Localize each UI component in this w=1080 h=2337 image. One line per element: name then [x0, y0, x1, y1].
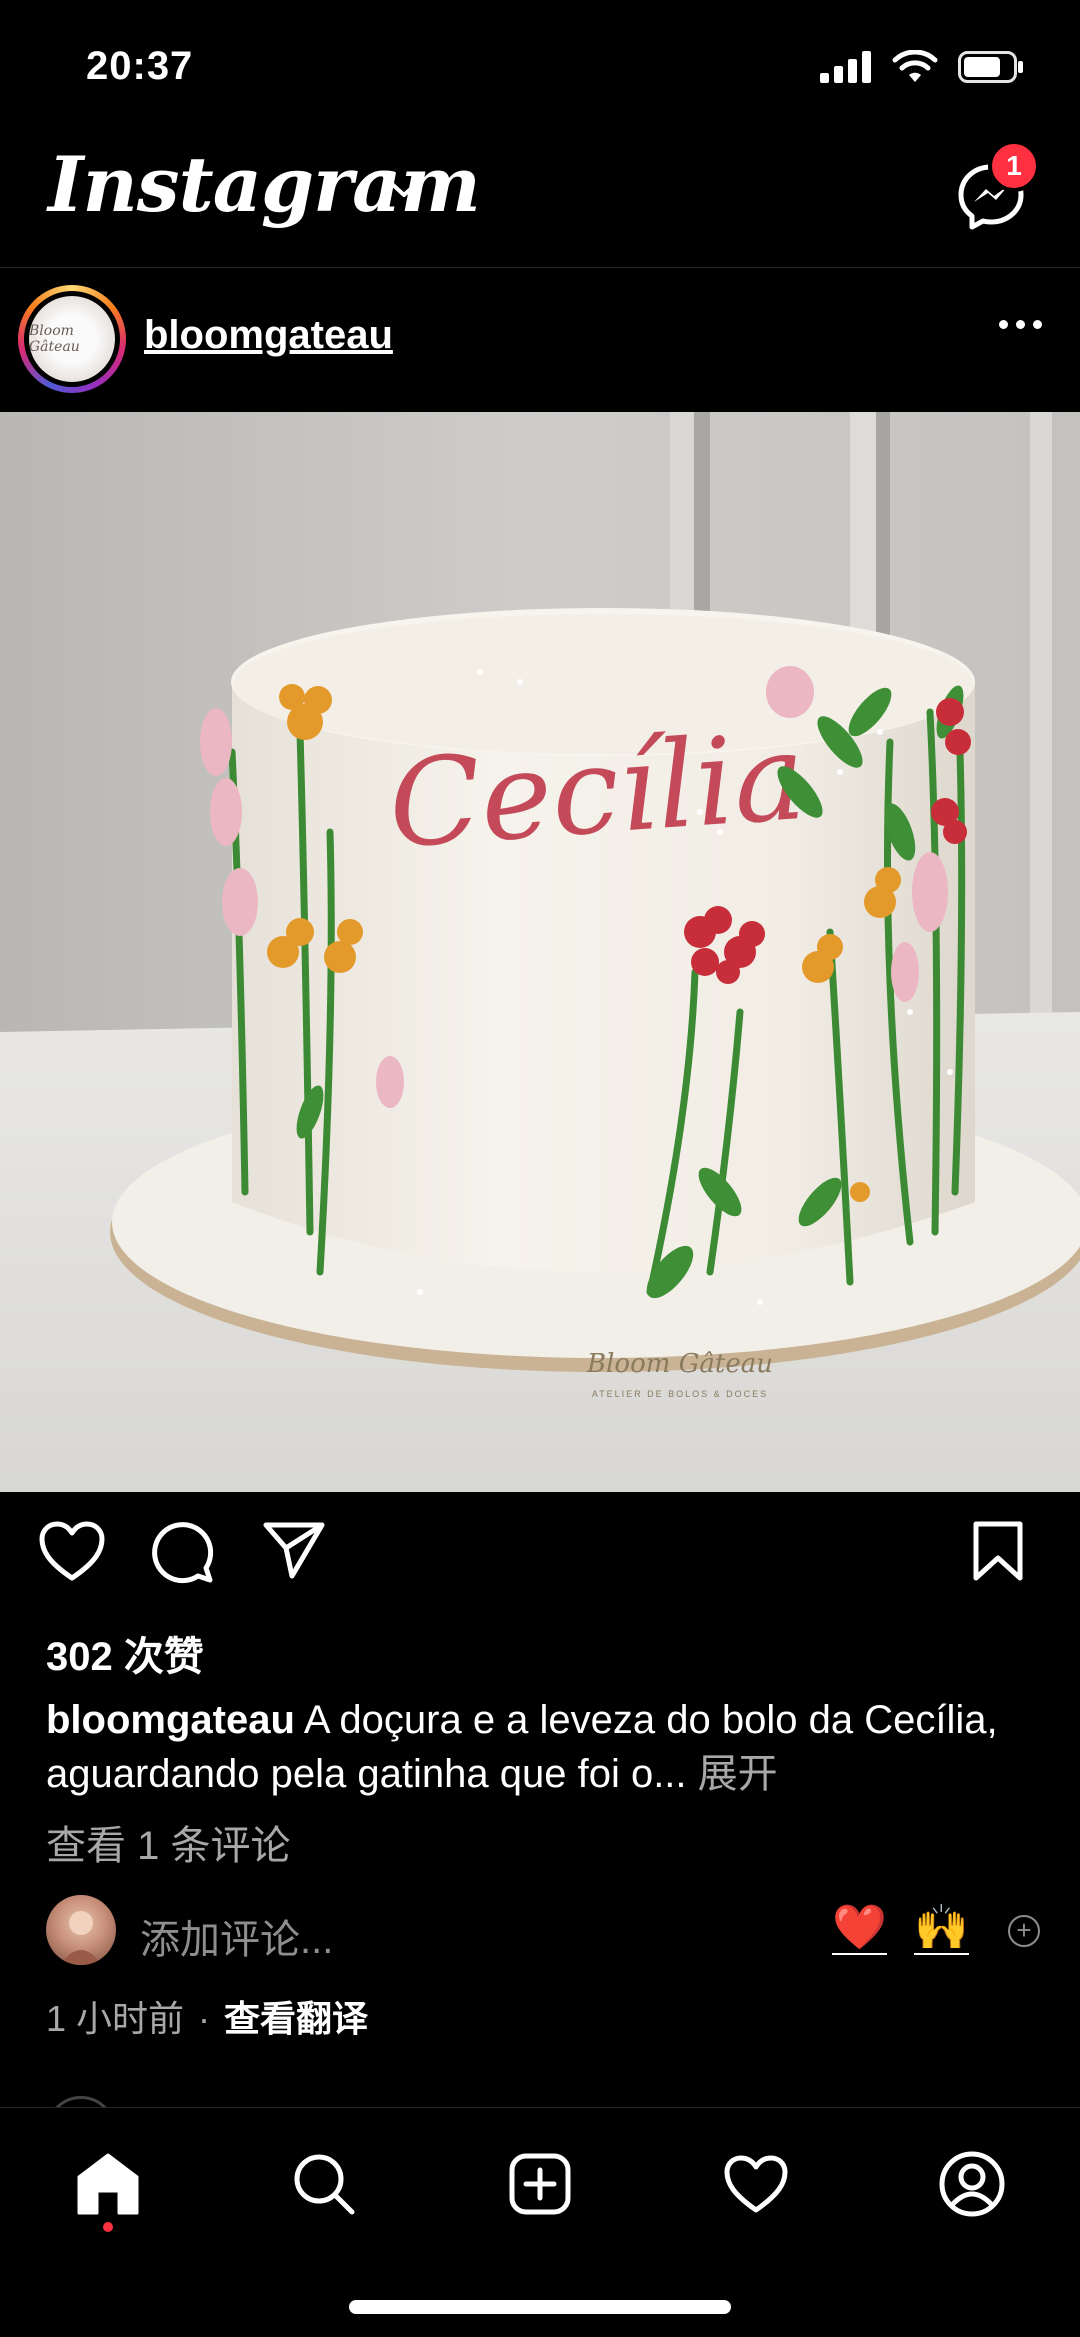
tab-profile[interactable]: [932, 2144, 1012, 2224]
profile-icon: [939, 2151, 1005, 2217]
comment-icon[interactable]: [150, 1520, 214, 1584]
messenger-badge: 1: [988, 140, 1040, 192]
post-header: Bloom Gâteau bloomgateau: [0, 268, 1080, 412]
heart-icon[interactable]: [38, 1520, 106, 1582]
home-indicator-dot: [103, 2222, 113, 2232]
home-icon: [77, 2153, 139, 2215]
wifi-icon: [892, 50, 938, 82]
translate-link[interactable]: 查看翻译: [224, 1998, 368, 2039]
activity-icon: [724, 2155, 788, 2213]
app-header: Instagram 1: [0, 130, 1080, 268]
chevron-down-icon[interactable]: [388, 180, 420, 200]
add-comment-row: 添加评论... ❤️ 🙌 +: [0, 1895, 1080, 1971]
caption-more-link[interactable]: 展开: [698, 1752, 778, 1796]
post-image[interactable]: Bloom Gâteau ATELIER DE BOLOS & DOCES Ce…: [0, 412, 1080, 1492]
post-caption: bloomgateau A doçura e a leveza do bolo …: [46, 1693, 1046, 1801]
board-sub-text: ATELIER DE BOLOS & DOCES: [592, 1389, 768, 1399]
tab-activity[interactable]: [716, 2144, 796, 2224]
avatar-logo: Bloom Gâteau: [29, 296, 115, 382]
more-icon[interactable]: [999, 320, 1042, 329]
post-username[interactable]: bloomgateau: [144, 313, 393, 358]
system-home-indicator[interactable]: [349, 2300, 731, 2314]
cake-photo: Bloom Gâteau ATELIER DE BOLOS & DOCES Ce…: [0, 412, 1080, 1492]
quick-emoji-raised-hands[interactable]: 🙌: [914, 1903, 969, 1955]
cake-name-text: Cecília: [384, 708, 809, 876]
tab-create[interactable]: [500, 2144, 580, 2224]
add-comment-input[interactable]: 添加评论...: [140, 1907, 333, 1965]
battery-icon: [958, 51, 1023, 83]
post-time: 1 小时前: [46, 1998, 185, 2039]
caption-username[interactable]: bloomgateau: [46, 1698, 295, 1742]
board-brand-text: Bloom Gâteau: [586, 1349, 773, 1379]
tab-home[interactable]: [68, 2144, 148, 2224]
post-avatar[interactable]: Bloom Gâteau: [18, 285, 126, 393]
create-icon: [509, 2153, 571, 2215]
share-icon[interactable]: [262, 1520, 326, 1580]
status-time: 20:37: [86, 44, 194, 88]
my-avatar: [46, 1895, 116, 1965]
meta-separator: ·: [198, 1998, 211, 2039]
more-emoji-icon[interactable]: +: [1008, 1915, 1040, 1947]
post-actions: [0, 1520, 1080, 1600]
view-comments-link[interactable]: 查看 1 条评论: [46, 1813, 290, 1871]
tab-bar: [0, 2107, 1080, 2337]
post-meta: 1 小时前 · 查看翻译: [46, 1990, 368, 2042]
status-icons: [820, 50, 1024, 84]
quick-emoji-heart[interactable]: ❤️: [832, 1903, 887, 1955]
signal-icon: [820, 51, 871, 83]
bookmark-icon[interactable]: [970, 1520, 1026, 1582]
likes-count[interactable]: 302 次赞: [46, 1624, 204, 1682]
search-icon: [294, 2154, 355, 2215]
tab-search[interactable]: [284, 2144, 364, 2224]
status-bar: 20:37: [0, 0, 1080, 130]
